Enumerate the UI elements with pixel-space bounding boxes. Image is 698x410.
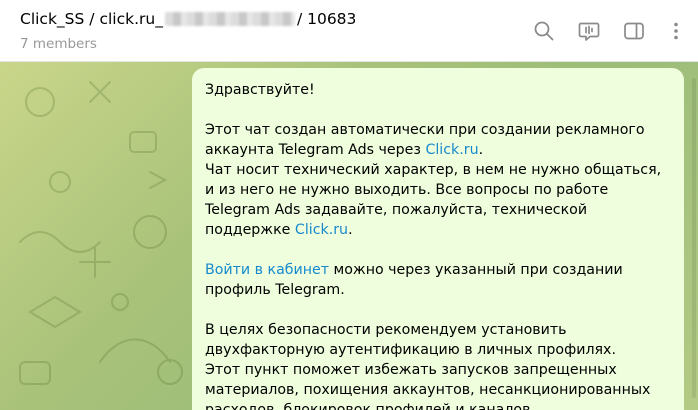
redacted-account-id [164,12,295,26]
p1-end: . [478,142,484,158]
chat-title[interactable]: Click_SS / click.ru_ / 10683 [20,10,356,28]
p2-end: . [348,222,353,238]
login-cabinet-link[interactable]: Войти в кабинет [205,262,329,278]
chat-background: Здравствуйте! Этот чат создан автоматиче… [0,62,698,410]
video-chat-icon[interactable] [577,19,601,43]
message-paragraph-2: Чат носит технический характер, в нем не… [205,160,670,240]
chat-title-suffix: / 10683 [296,10,357,28]
service-message-bubble: Здравствуйте! Этот чат создан автоматиче… [192,68,684,410]
more-vert-icon[interactable] [664,19,688,43]
members-count[interactable]: 7 members [20,36,97,52]
message-paragraph-4: В целях безопасности рекомендуем установ… [205,322,616,358]
message-paragraph-5: Этот пункт поможет избежать запусков зап… [205,362,651,410]
p2-text: Чат носит технический характер, в нем не… [205,162,662,238]
clickru-link-2[interactable]: Click.ru [295,222,348,238]
greeting-text: Здравствуйте! [205,82,315,98]
message-paragraph-3: Войти в кабинет можно через указанный пр… [205,260,670,300]
clickru-link-1[interactable]: Click.ru [425,142,478,158]
chat-header: Click_SS / click.ru_ / 10683 7 members [0,0,698,62]
message-paragraph-1: Этот чат создан автоматически при создан… [205,120,670,160]
sidebar-toggle-icon[interactable] [622,19,646,43]
chat-scrollbar[interactable] [692,78,696,398]
chat-title-prefix: Click_SS / click.ru_ [20,10,163,28]
search-icon[interactable] [532,19,556,43]
